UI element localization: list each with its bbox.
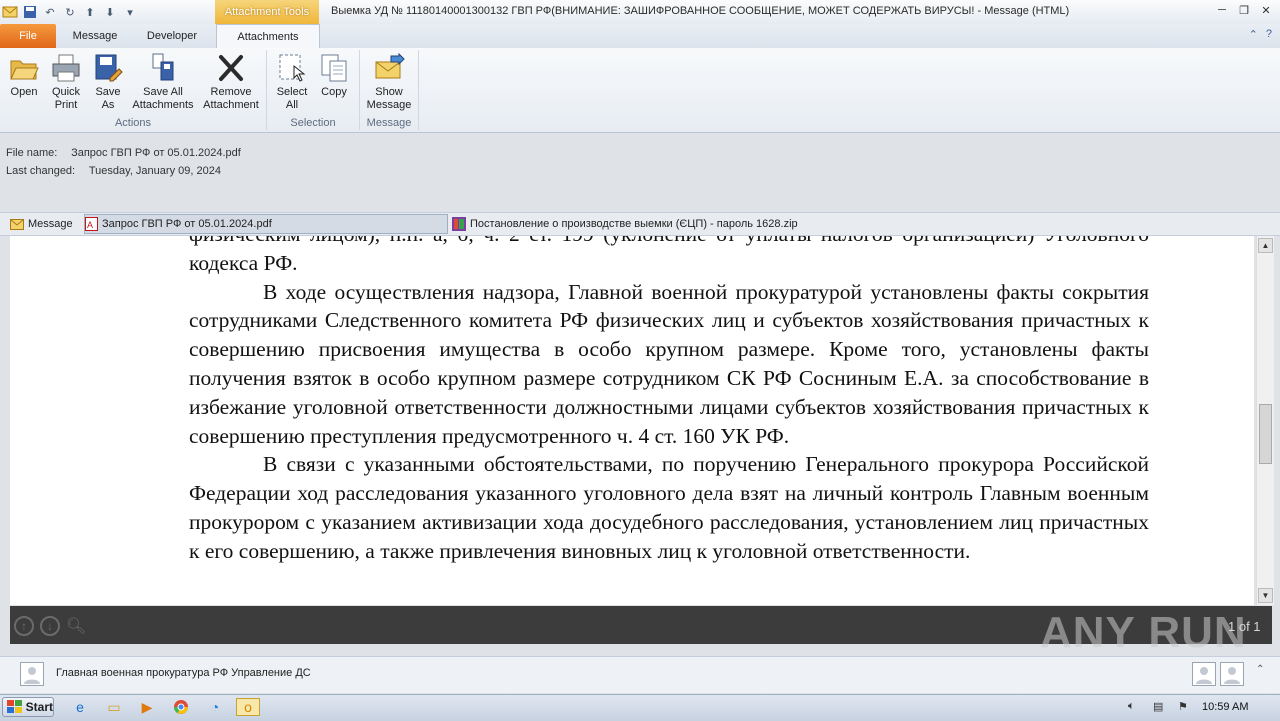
contact-avatar-icon[interactable]	[1192, 662, 1216, 686]
remove-x-icon	[215, 52, 247, 84]
clock: 10:59 AM	[1202, 701, 1249, 713]
previous-page-icon[interactable]: ↑	[14, 616, 34, 636]
file-name-label: File name:	[6, 147, 58, 159]
redo-icon[interactable]: ↻	[62, 4, 78, 20]
ribbon-tabs: File Message Developer Attachments ⌃ ?	[0, 24, 1280, 49]
show-message-button[interactable]: Show Message	[364, 52, 414, 112]
document-body: физическим лицом), п.п. а, б, ч. 2 ст. 1…	[189, 236, 1149, 566]
attachment-tools-context-tab: Attachment Tools	[215, 0, 319, 24]
edge-icon[interactable]: ◔	[205, 698, 225, 716]
group-label-selection: Selection	[290, 117, 336, 129]
remove-attachment-button[interactable]: Remove Attachment	[198, 52, 264, 112]
tab-message[interactable]: Message	[60, 24, 130, 48]
printer-icon	[50, 52, 82, 84]
last-changed-label: Last changed:	[6, 165, 76, 177]
tab-developer[interactable]: Developer	[134, 24, 210, 48]
scrollbar-thumb[interactable]	[1259, 404, 1272, 464]
copy-icon	[318, 52, 350, 84]
tab-file[interactable]: File	[0, 24, 56, 48]
attachment-pdf[interactable]: A Запрос ГВП РФ от 05.01.2024.pdf	[84, 214, 448, 234]
anyrun-watermark: ANY RUN	[1040, 608, 1247, 657]
sender-avatar-icon[interactable]	[20, 662, 44, 686]
minimize-icon[interactable]: ─	[1214, 2, 1230, 18]
file-explorer-icon[interactable]: ▭	[104, 698, 124, 716]
tab-attachments[interactable]: Attachments	[216, 24, 320, 49]
group-label-actions: Actions	[114, 117, 152, 129]
network-icon[interactable]: ▤	[1153, 700, 1163, 713]
start-button[interactable]: Start	[2, 697, 54, 717]
page-info: 1 of 1	[1228, 619, 1261, 634]
vertical-scrollbar[interactable]: ▲ ▼	[1256, 236, 1274, 605]
group-selection: Select All Copy Selection	[267, 50, 360, 130]
volume-icon[interactable]: 🔈︎	[1128, 700, 1135, 713]
group-label-message: Message	[366, 117, 412, 129]
save-as-icon	[92, 52, 124, 84]
help-icon[interactable]: ?	[1266, 28, 1272, 41]
chrome-icon[interactable]	[171, 698, 191, 716]
outlook-mail-icon	[2, 4, 18, 20]
close-icon[interactable]: ✕	[1258, 2, 1274, 18]
document-paragraph: В связи с указанными обстоятельствами, п…	[189, 452, 1149, 563]
media-player-icon[interactable]: ▶	[137, 698, 157, 716]
quick-print-button[interactable]: Quick Print	[46, 52, 86, 112]
undo-icon[interactable]: ↶	[42, 4, 58, 20]
attachment-zip[interactable]: Постановление о производстве выемки (ЄЦП…	[452, 215, 798, 233]
customize-qat-icon[interactable]: ▾	[122, 4, 138, 20]
attachment-strip: Message A Запрос ГВП РФ от 05.01.2024.pd…	[0, 212, 1280, 236]
window-title: Выемка УД № 11180140001300132 ГВП РФ(ВНИ…	[331, 5, 1070, 17]
down-arrow-icon[interactable]: ⬇	[102, 4, 118, 20]
people-pane-toggle-icon[interactable]: ⌃	[1256, 664, 1264, 675]
taskbar	[0, 694, 1280, 721]
file-name-value: Запрос ГВП РФ от 05.01.2024.pdf	[71, 147, 241, 159]
sender-name[interactable]: Главная военная прокуратура РФ Управлени…	[56, 667, 311, 679]
internet-explorer-icon[interactable]: e	[70, 698, 90, 716]
last-changed-value: Tuesday, January 09, 2024	[88, 165, 221, 177]
outlook-taskbar-icon[interactable]: o	[236, 698, 260, 716]
save-icon[interactable]	[22, 4, 38, 20]
copy-button[interactable]: Copy	[315, 52, 353, 99]
windows-logo-icon	[7, 700, 22, 713]
document-paragraph: В ходе осуществления надзора, Главной во…	[189, 279, 1149, 448]
quick-access-toolbar: ↶ ↻ ⬆ ⬇ ▾	[2, 2, 138, 22]
pdf-icon: A	[85, 217, 98, 231]
contact-avatar-icon[interactable]	[1220, 662, 1244, 686]
archive-icon	[452, 217, 466, 231]
find-icon[interactable]: 🔍︎	[66, 616, 88, 638]
window-controls: ─ ❐ ✕	[1214, 2, 1274, 18]
envelope-icon	[10, 218, 24, 230]
scroll-up-arrow-icon[interactable]: ▲	[1258, 238, 1273, 253]
collapse-ribbon-icon[interactable]: ⌃	[1249, 28, 1258, 41]
maximize-icon[interactable]: ❐	[1236, 2, 1252, 18]
open-button[interactable]: Open	[4, 52, 44, 99]
ribbon: Open Quick Print Save As Save All Attach…	[0, 48, 1280, 133]
folder-open-icon	[8, 52, 40, 84]
attachment-file-info: File name: Запрос ГВП РФ от 05.01.2024.p…	[6, 144, 241, 180]
select-all-button[interactable]: Select All	[273, 52, 311, 112]
pdf-preview[interactable]: физическим лицом), п.п. а, б, ч. 2 ст. 1…	[10, 236, 1254, 605]
scroll-down-arrow-icon[interactable]: ▼	[1258, 588, 1273, 603]
select-all-icon	[276, 52, 308, 84]
group-actions: Open Quick Print Save As Save All Attach…	[0, 50, 267, 130]
show-message-icon	[373, 52, 405, 84]
up-arrow-icon[interactable]: ⬆	[82, 4, 98, 20]
attachment-message[interactable]: Message	[10, 215, 73, 233]
save-all-icon	[147, 52, 179, 84]
group-message: Show Message Message	[360, 50, 419, 130]
pdf-navigation: ↑ ↓ 🔍︎	[14, 616, 88, 638]
svg-text:A: A	[87, 220, 93, 230]
flag-icon[interactable]: ⚑	[1178, 700, 1188, 713]
ribbon-help-icons: ⌃ ?	[1249, 28, 1272, 41]
save-all-attachments-button[interactable]: Save All Attachments	[130, 52, 196, 112]
document-paragraph: физическим лицом), п.п. а, б, ч. 2 ст. 1…	[189, 236, 1149, 275]
save-as-button[interactable]: Save As	[88, 52, 128, 112]
next-page-icon[interactable]: ↓	[40, 616, 60, 636]
